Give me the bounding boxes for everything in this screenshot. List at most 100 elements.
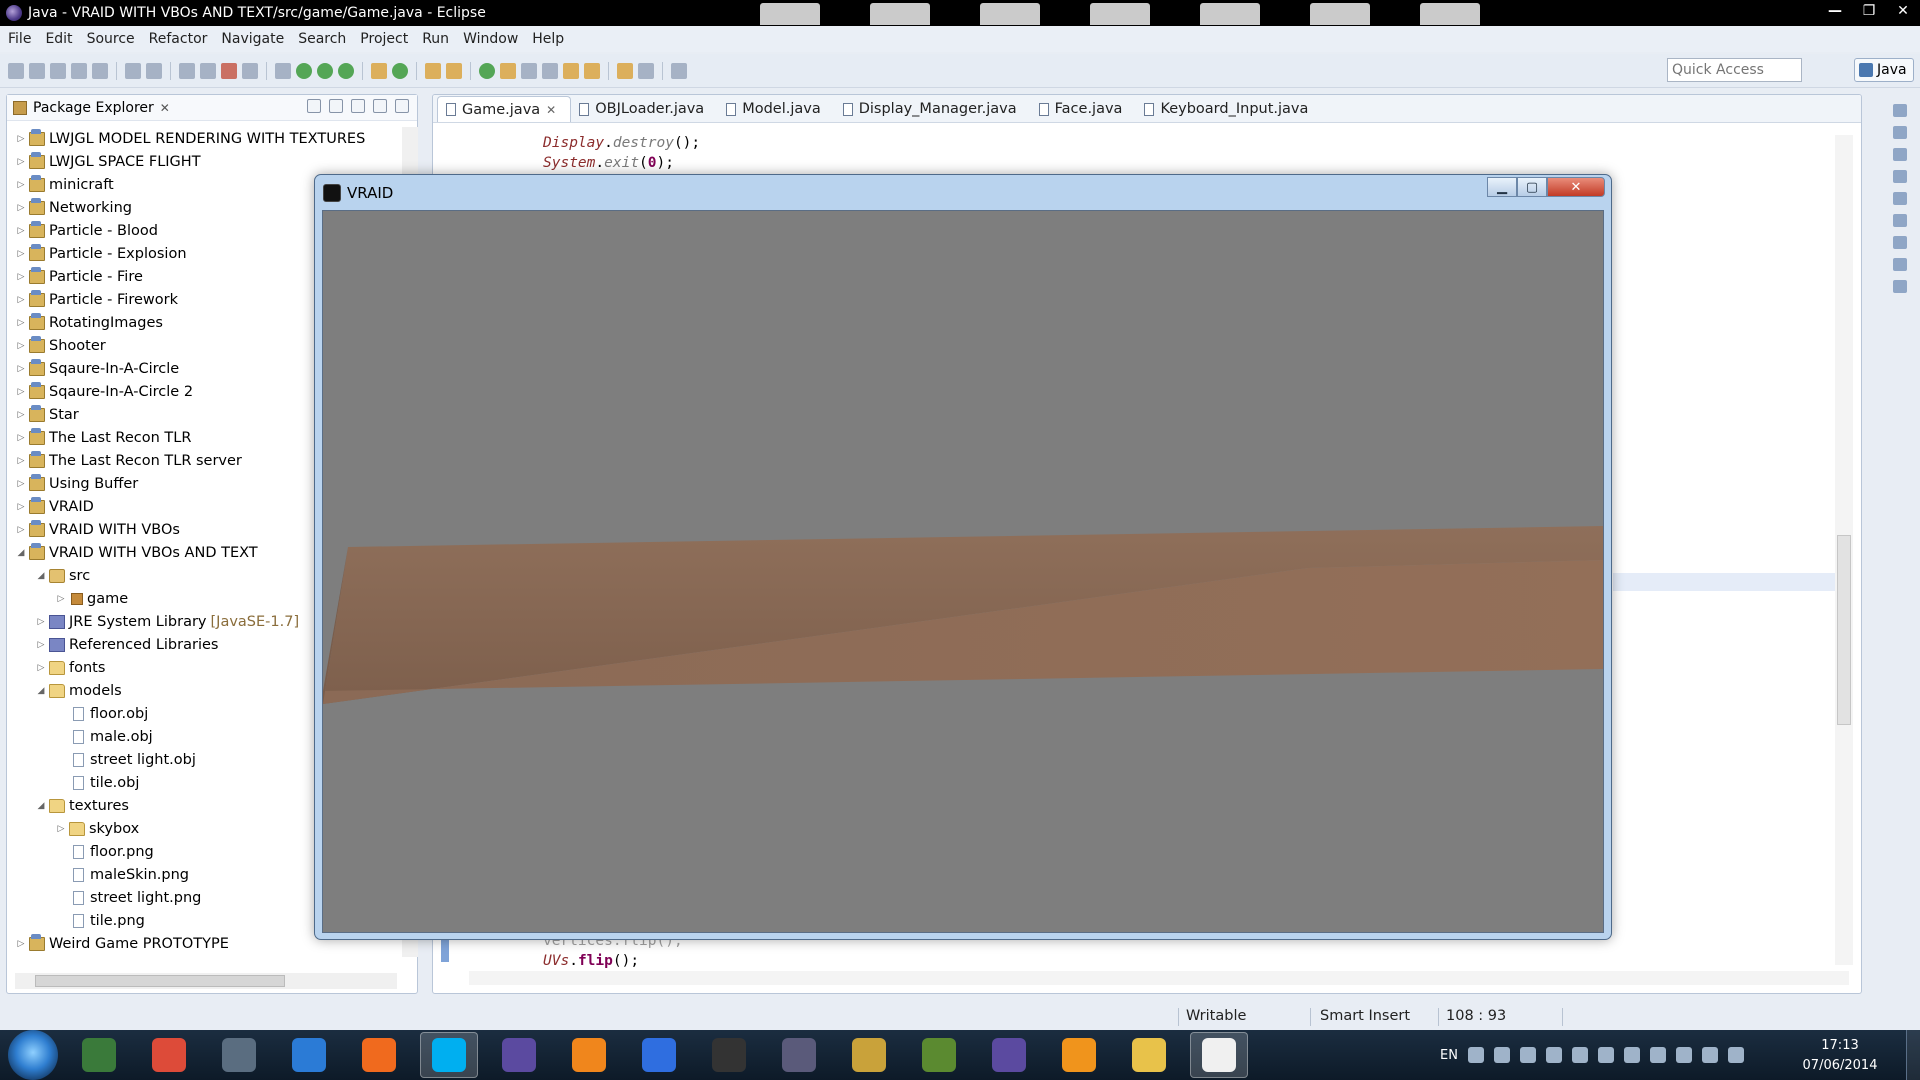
tab-model-java[interactable]: Model.java: [718, 96, 835, 122]
history-icon[interactable]: [1893, 280, 1907, 293]
maximize-button[interactable]: ❐: [1852, 0, 1886, 22]
expanded-arrow-icon[interactable]: ◢: [15, 548, 27, 558]
prev-edit-icon[interactable]: [584, 62, 600, 79]
declaration-icon[interactable]: [1893, 192, 1907, 205]
collapsed-arrow-icon[interactable]: ▷: [15, 180, 27, 190]
taskbar-origin[interactable]: [350, 1032, 408, 1078]
signal-icon[interactable]: [1545, 1047, 1562, 1063]
collapsed-arrow-icon[interactable]: ▷: [15, 272, 27, 282]
taskbar-task-manager[interactable]: [70, 1032, 128, 1078]
collapsed-arrow-icon[interactable]: ▷: [15, 410, 27, 420]
menu-project[interactable]: Project: [360, 31, 408, 47]
taskbar-arma[interactable]: [700, 1032, 758, 1078]
package-explorer-hscrollbar[interactable]: [15, 973, 397, 989]
opengl-viewport[interactable]: [322, 210, 1604, 933]
expanded-arrow-icon[interactable]: ◢: [35, 686, 47, 696]
javadoc-icon[interactable]: [1893, 170, 1907, 183]
menu-window[interactable]: Window: [463, 31, 518, 47]
collapsed-arrow-icon[interactable]: ▷: [15, 433, 27, 443]
collapsed-arrow-icon[interactable]: ▷: [15, 525, 27, 535]
skip-breakpoints-icon[interactable]: [275, 62, 291, 79]
new-java-project-icon[interactable]: [371, 62, 387, 79]
taskbar-explorer[interactable]: [1120, 1032, 1178, 1078]
collapsed-arrow-icon[interactable]: ▷: [15, 134, 27, 144]
vraid-window[interactable]: VRAID ▁ ▢ ✕: [314, 174, 1612, 940]
collapsed-arrow-icon[interactable]: ▷: [15, 502, 27, 512]
search-icon[interactable]: [446, 62, 462, 79]
close-icon[interactable]: ✕: [160, 101, 170, 115]
collapsed-arrow-icon[interactable]: ▷: [15, 249, 27, 259]
taskbar-shield-app[interactable]: [630, 1032, 688, 1078]
toggle-mark-icon[interactable]: [500, 62, 516, 79]
menu-edit[interactable]: Edit: [45, 31, 72, 47]
progress-icon[interactable]: [1893, 236, 1907, 249]
taskbar-eclipse[interactable]: [490, 1032, 548, 1078]
taskbar-blender[interactable]: [560, 1032, 618, 1078]
vraid-minimize-button[interactable]: ▁: [1487, 177, 1517, 197]
start-button[interactable]: [8, 1030, 58, 1080]
scroll-thumb[interactable]: [35, 975, 285, 987]
clock[interactable]: 17:13 07/06/2014: [1800, 1036, 1880, 1076]
taskbar-vraid-app[interactable]: [1190, 1032, 1248, 1078]
maximize-view-icon[interactable]: [395, 99, 409, 113]
dropbox-icon[interactable]: [1623, 1047, 1640, 1063]
taskbar-eclipse-2[interactable]: [980, 1032, 1038, 1078]
collapsed-arrow-icon[interactable]: ▷: [15, 387, 27, 397]
collapsed-arrow-icon[interactable]: ▷: [35, 617, 47, 627]
collapsed-arrow-icon[interactable]: ▷: [15, 318, 27, 328]
taskbar-sc-app[interactable]: [840, 1032, 898, 1078]
taskbar-uplay[interactable]: [280, 1032, 338, 1078]
save-all-icon[interactable]: [50, 62, 66, 79]
outline-icon[interactable]: [1893, 126, 1907, 139]
suspend-icon[interactable]: [200, 62, 216, 79]
collapsed-arrow-icon[interactable]: ▷: [35, 663, 47, 673]
scroll-thumb[interactable]: [1837, 535, 1851, 725]
tab-face-java[interactable]: Face.java: [1031, 96, 1137, 122]
collapsed-arrow-icon[interactable]: ▷: [55, 824, 67, 834]
network-icon[interactable]: [1571, 1047, 1588, 1063]
menu-file[interactable]: File: [8, 31, 31, 47]
editor-vscrollbar[interactable]: [1835, 135, 1853, 965]
collapsed-arrow-icon[interactable]: ▷: [55, 594, 67, 604]
collapsed-arrow-icon[interactable]: ▷: [15, 295, 27, 305]
expanded-arrow-icon[interactable]: ◢: [35, 571, 47, 581]
redo-icon[interactable]: [146, 62, 162, 79]
language-indicator[interactable]: EN: [1440, 1048, 1458, 1063]
quick-access-input[interactable]: [1667, 58, 1802, 82]
resume-icon[interactable]: [179, 62, 195, 79]
minimize-view-icon[interactable]: [373, 99, 387, 113]
steam-tray-icon[interactable]: [1701, 1047, 1718, 1063]
save-icon[interactable]: [29, 62, 45, 79]
vraid-titlebar[interactable]: VRAID: [323, 181, 393, 205]
expanded-arrow-icon[interactable]: ◢: [35, 801, 47, 811]
menu-run[interactable]: Run: [422, 31, 449, 47]
show-hidden-icon[interactable]: [1493, 1047, 1510, 1063]
update-icon[interactable]: [1675, 1047, 1692, 1063]
java-perspective-button[interactable]: Java: [1854, 58, 1914, 82]
flag-icon[interactable]: [1519, 1047, 1536, 1063]
code-text-top[interactable]: Display.destroy(); System.exit(0);: [543, 115, 700, 175]
close-button[interactable]: ✕: [1886, 0, 1920, 22]
collapsed-arrow-icon[interactable]: ▷: [15, 456, 27, 466]
tree-item-project[interactable]: ▷ LWJGL SPACE FLIGHT: [7, 150, 402, 173]
collapsed-arrow-icon[interactable]: ▷: [15, 203, 27, 213]
taskbar-skype[interactable]: [420, 1032, 478, 1078]
view-menu-icon[interactable]: [351, 99, 365, 113]
build-icon[interactable]: [92, 62, 108, 79]
disconnect-icon[interactable]: [242, 62, 258, 79]
show-whitespace-icon[interactable]: [521, 62, 537, 79]
taskbar-minecraft[interactable]: [910, 1032, 968, 1078]
taskbar-media-player[interactable]: [1050, 1032, 1108, 1078]
coverage-icon[interactable]: [338, 62, 354, 79]
menu-navigate[interactable]: Navigate: [221, 31, 284, 47]
taskbar-chrome[interactable]: [140, 1032, 198, 1078]
task-list-icon[interactable]: [1893, 104, 1907, 117]
menu-source[interactable]: Source: [87, 31, 135, 47]
origin-tray-icon[interactable]: [1649, 1047, 1666, 1063]
taskbar-steam[interactable]: [210, 1032, 268, 1078]
problems-icon[interactable]: [1893, 148, 1907, 161]
tab-keyboard-input-java[interactable]: Keyboard_Input.java: [1136, 96, 1322, 122]
vraid-maximize-button[interactable]: ▢: [1517, 177, 1547, 197]
tree-item-project[interactable]: ▷ LWJGL MODEL RENDERING WITH TEXTURES: [7, 127, 402, 150]
collapsed-arrow-icon[interactable]: ▷: [15, 341, 27, 351]
